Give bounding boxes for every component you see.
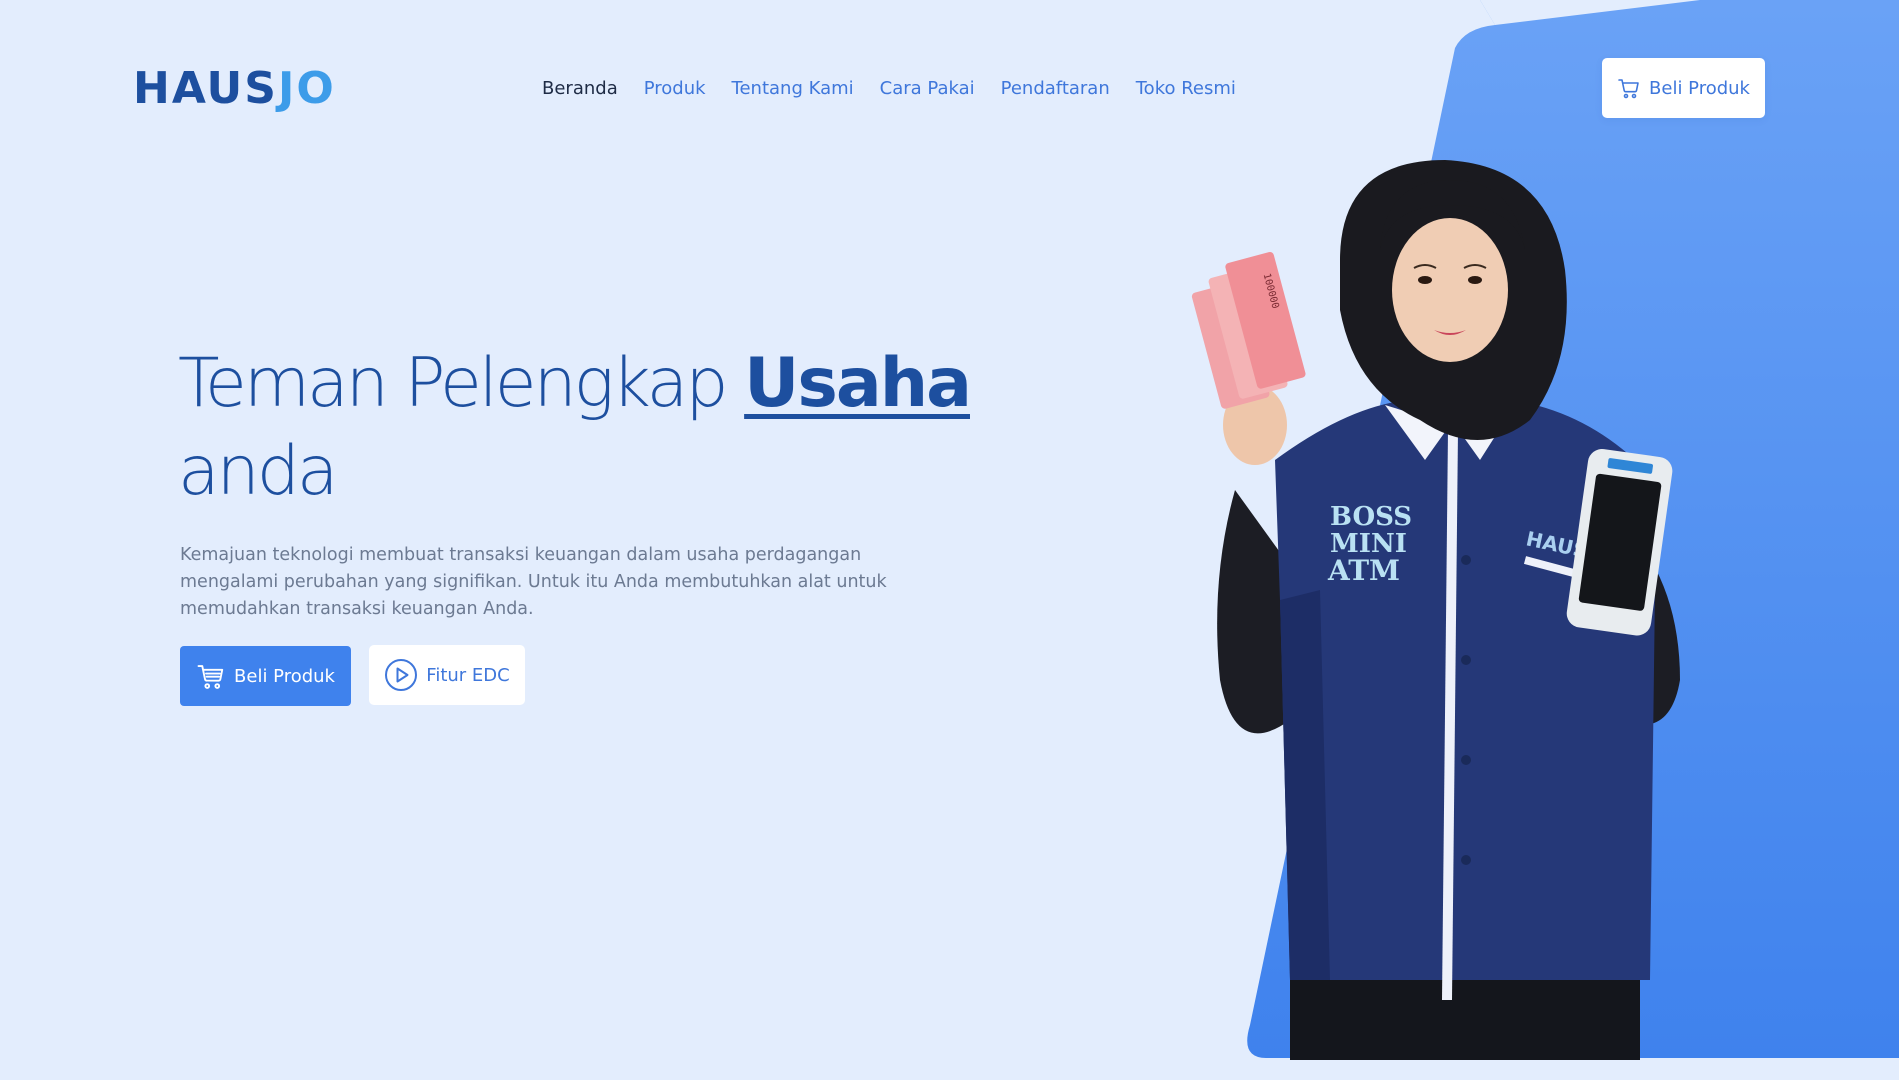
main-nav: Beranda Produk Tentang Kami Cara Pakai P… [542,78,1236,100]
hero-description: Kemajuan teknologi membuat transaksi keu… [180,545,887,619]
hero-title-accent: Usaha [744,344,972,423]
banknotes-image: 100000 [1191,251,1306,409]
nav-item-produk[interactable]: Produk [644,78,706,100]
cart-icon [1617,76,1641,100]
header-buy-label: Beli Produk [1649,77,1750,99]
shirt-text-boss: BOSS [1330,502,1412,532]
logo-text-primary: HAUS [133,63,278,114]
landing-page: HAUSJO Beranda Produk Tentang Kami Cara … [0,0,1899,1080]
header-buy-button[interactable]: Beli Produk [1602,58,1765,118]
buy-product-button[interactable]: Beli Produk [180,646,351,706]
nav-item-toko-resmi[interactable]: Toko Resmi [1136,78,1236,100]
hero-title: Teman Pelengkap Usaha anda [178,340,998,516]
hero-title-part1: Teman Pelengkap [178,344,745,423]
edc-features-button[interactable]: Fitur EDC [369,645,525,705]
shirt-text-atm: ATM [1327,554,1400,587]
nav-item-pendaftaran[interactable]: Pendaftaran [1001,78,1110,100]
buy-product-label: Beli Produk [234,665,335,687]
nav-item-cara-pakai[interactable]: Cara Pakai [880,78,975,100]
nav-item-beranda[interactable]: Beranda [542,78,618,100]
nav-item-tentang-kami[interactable]: Tentang Kami [732,78,854,100]
brand-logo[interactable]: HAUSJO [133,66,336,112]
logo-text-accent: JO [277,63,336,114]
hero-person-illustration: BOSS MINI ATM HAUSJO 100000 [1180,160,1750,1060]
hero-title-part2: anda [178,432,339,511]
cart-icon [196,661,226,691]
play-circle-icon [384,658,418,692]
edc-features-label: Fitur EDC [426,664,510,686]
